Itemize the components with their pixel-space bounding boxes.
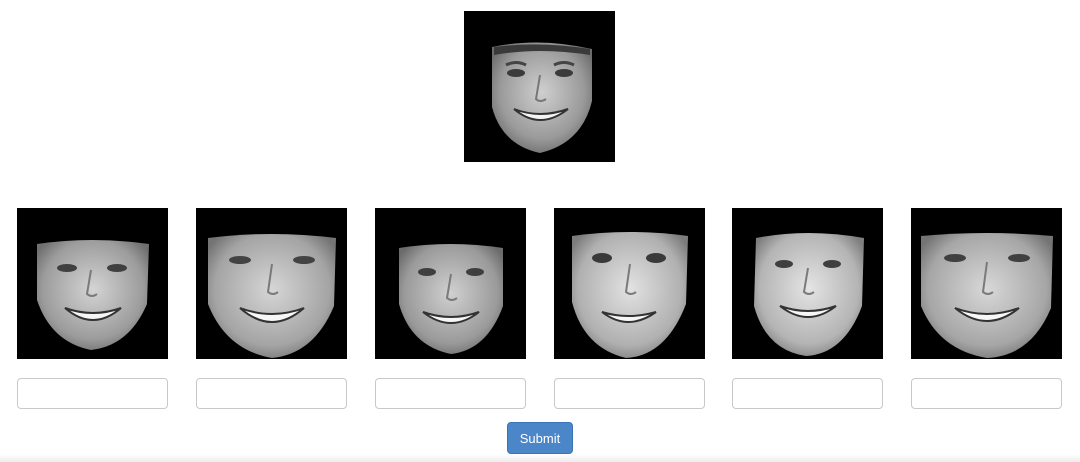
rank-input-2[interactable] — [196, 378, 347, 409]
choice-face-photo-3 — [375, 208, 526, 359]
rank-input-1[interactable] — [17, 378, 168, 409]
face-photo-icon — [492, 42, 592, 153]
target-face-photo — [464, 11, 615, 162]
choice-face-photo-1 — [17, 208, 168, 359]
face-photo-icon — [572, 232, 688, 358]
choice-face-photo-2 — [196, 208, 347, 359]
choice-face-photo-4 — [554, 208, 705, 359]
face-photo-icon — [208, 234, 336, 358]
rank-input-5[interactable] — [732, 378, 883, 409]
submit-button[interactable]: Submit — [507, 422, 573, 454]
face-photo-icon — [754, 233, 864, 356]
rank-input-4[interactable] — [554, 378, 705, 409]
rank-input-3[interactable] — [375, 378, 526, 409]
face-ranking-page: Submit — [0, 0, 1080, 462]
rank-input-6[interactable] — [911, 378, 1062, 409]
choice-face-photo-5 — [732, 208, 883, 359]
page-bottom-edge — [0, 454, 1080, 462]
face-photo-icon — [921, 233, 1053, 358]
face-photo-icon — [399, 244, 503, 354]
face-photo-icon — [37, 240, 149, 350]
choice-face-photo-6 — [911, 208, 1062, 359]
